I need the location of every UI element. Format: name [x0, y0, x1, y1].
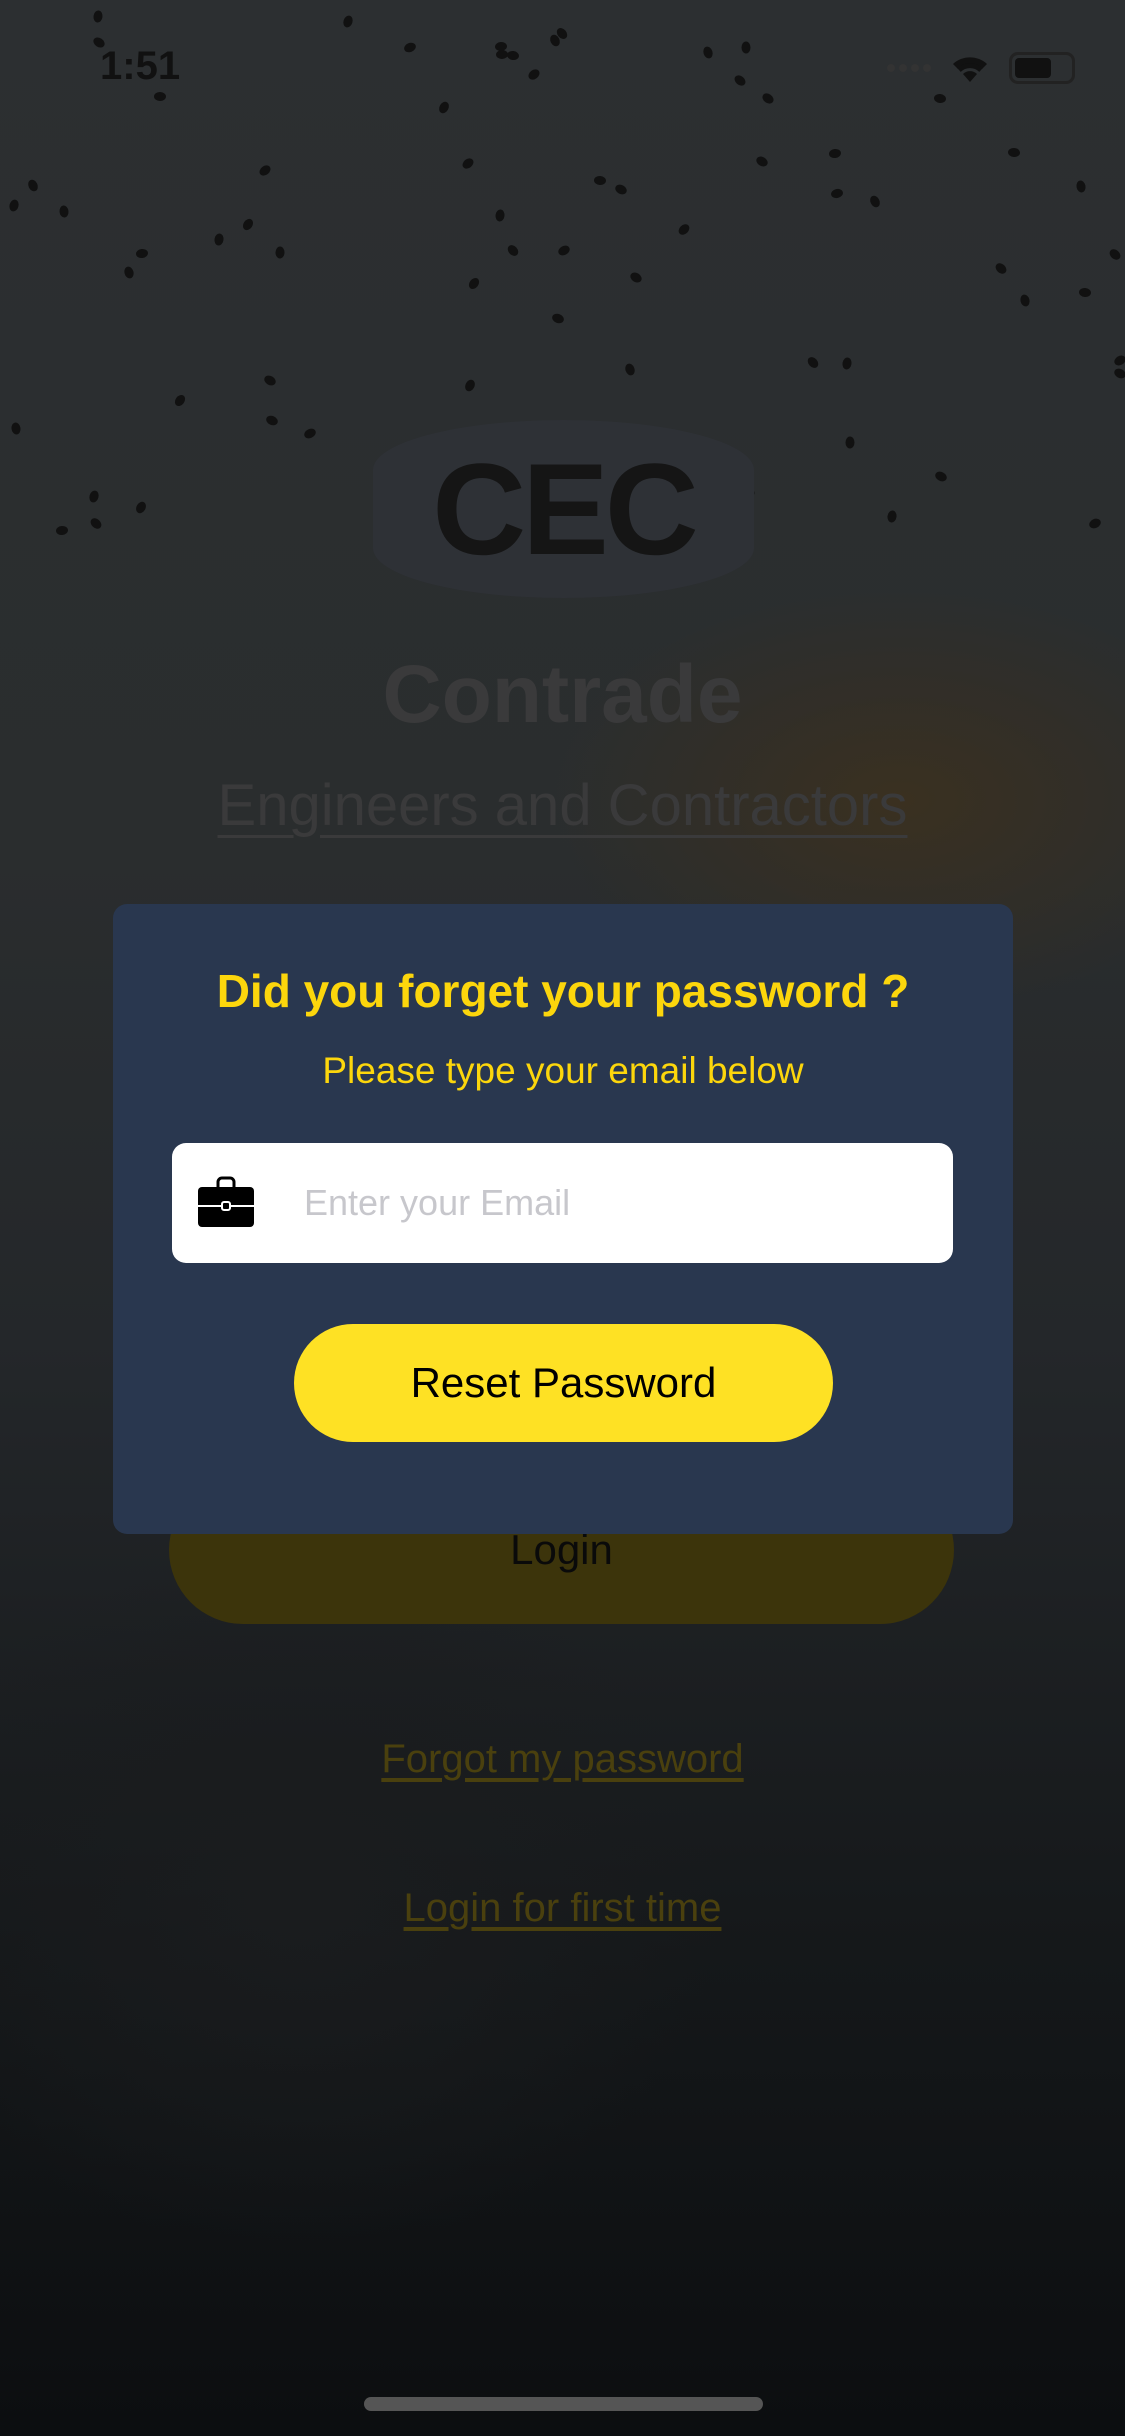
email-input[interactable]	[304, 1182, 904, 1224]
logo-text: CEC	[432, 436, 698, 582]
forgot-password-link[interactable]: Forgot my password	[0, 1737, 1125, 1782]
bird-silhouette	[153, 92, 166, 102]
briefcase-icon	[198, 1176, 254, 1227]
home-indicator[interactable]	[364, 2397, 763, 2411]
status-icons	[887, 52, 1075, 84]
signal-icon	[887, 64, 931, 72]
bird-silhouette	[741, 41, 751, 54]
wifi-icon	[953, 57, 987, 82]
modal-title: Did you forget your password ?	[216, 965, 910, 1017]
forgot-password-modal: Did you forget your password ? Please ty…	[113, 904, 1013, 1534]
brand-subtitle: Engineers and Contractors	[217, 773, 908, 838]
cec-logo: CEC	[373, 420, 754, 598]
reset-password-button[interactable]: Reset Password	[294, 1324, 833, 1442]
brand-title: Contrade	[382, 649, 743, 740]
status-time: 1:51	[100, 44, 181, 88]
email-field[interactable]	[172, 1143, 953, 1263]
modal-subtitle: Please type your email below	[322, 1050, 804, 1091]
battery-icon	[1009, 52, 1075, 84]
first-time-login-link[interactable]: Login for first time	[0, 1886, 1125, 1931]
